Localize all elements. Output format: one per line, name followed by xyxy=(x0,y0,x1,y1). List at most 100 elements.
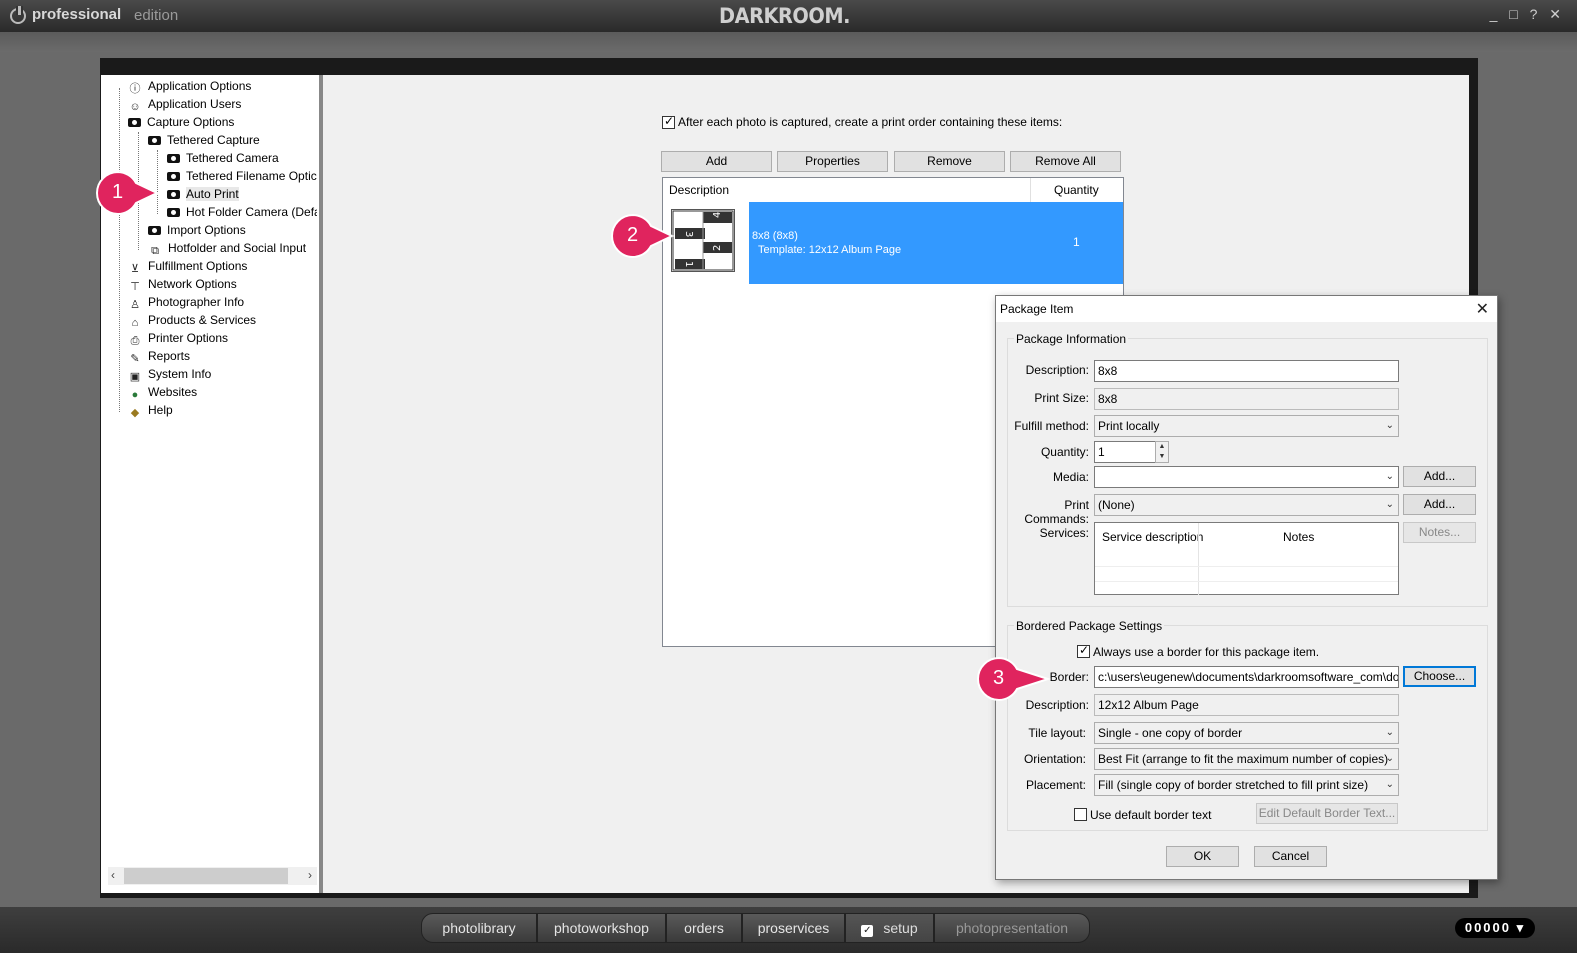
border-description-field: 12x12 Album Page xyxy=(1094,694,1399,716)
description-field[interactable]: 8x8 xyxy=(1094,360,1399,382)
tree-item-tethered-camera[interactable]: Tethered Camera xyxy=(167,151,279,169)
book-icon: ◆ xyxy=(130,407,140,419)
camera-icon xyxy=(167,172,180,181)
chevron-down-icon: ⌄ xyxy=(1385,471,1394,482)
tab-orders[interactable]: orders xyxy=(666,913,742,943)
chevron-down-icon: ⌄ xyxy=(1385,499,1394,510)
scrollbar-thumb[interactable] xyxy=(124,868,288,884)
album-page-thumbnail: 4 3 2 1 xyxy=(671,209,735,272)
auto-print-checkbox[interactable] xyxy=(662,114,675,129)
camera-icon xyxy=(128,118,141,127)
quantity-stepper[interactable]: ▲ ▼ xyxy=(1155,441,1169,463)
tile-layout-label: Tile layout: xyxy=(1028,726,1086,740)
print-commands-add-button[interactable]: Add... xyxy=(1403,494,1476,515)
tree-item-label: Tethered Camera xyxy=(186,151,279,165)
always-border-checkbox[interactable] xyxy=(1077,643,1090,658)
add-button[interactable]: Add xyxy=(661,151,772,172)
callout-2: 2 xyxy=(610,213,675,259)
svg-text:1: 1 xyxy=(683,261,694,267)
tree-item-printer-options[interactable]: ⎙ Printer Options xyxy=(128,331,228,349)
antenna-icon: ⊤ xyxy=(130,281,140,293)
tree-item-tethered-filename-options[interactable]: Tethered Filename Optic xyxy=(167,169,317,187)
select-value: Single - one copy of border xyxy=(1098,726,1243,740)
default-border-text-checkbox[interactable] xyxy=(1074,808,1087,821)
stepper-down-icon[interactable]: ▼ xyxy=(1156,452,1168,462)
svg-text:3: 3 xyxy=(683,231,694,237)
tree-item-reports[interactable]: ✎ Reports xyxy=(128,349,190,367)
tree-item-label: Application Users xyxy=(148,97,242,111)
app-logo: DARKROOM. xyxy=(719,4,850,28)
tree-item-label: Reports xyxy=(148,349,191,363)
scroll-right-icon[interactable]: › xyxy=(308,868,312,882)
tree-item-network-options[interactable]: ⊤ Network Options xyxy=(128,277,237,295)
callout-number: 1 xyxy=(112,181,124,203)
group-label: Package Information xyxy=(1014,332,1129,346)
counter-badge[interactable]: 00000 ▾ xyxy=(1455,918,1535,938)
tree-item-photographer-info[interactable]: ♙ Photographer Info xyxy=(128,295,244,313)
tree-item-application-users[interactable]: ☺ Application Users xyxy=(128,97,241,115)
chevron-down-icon: ⌄ xyxy=(1385,753,1394,764)
tab-photoworkshop[interactable]: photoworkshop xyxy=(537,913,666,943)
row-line xyxy=(1095,566,1398,567)
tree-item-label: Tethered Filename Optic xyxy=(186,169,317,183)
border-path-field[interactable]: c:\users\eugenew\documents\darkroomsoftw… xyxy=(1094,666,1399,688)
cart-icon: ⊻ xyxy=(130,263,140,275)
stepper-up-icon[interactable]: ▲ xyxy=(1156,442,1168,452)
tab-setup[interactable]: ✓ setup xyxy=(845,913,934,943)
tree-horizontal-scrollbar[interactable]: ‹ › xyxy=(108,867,317,885)
person-icon: ♙ xyxy=(130,299,140,311)
tab-photolibrary[interactable]: photolibrary xyxy=(421,913,537,943)
printer-icon: ⎙ xyxy=(130,335,140,347)
media-add-button[interactable]: Add... xyxy=(1403,466,1476,487)
quantity-field[interactable]: 1 xyxy=(1094,441,1156,463)
ok-button[interactable]: OK xyxy=(1166,846,1239,867)
remove-all-button[interactable]: Remove All xyxy=(1010,151,1121,172)
scroll-left-icon[interactable]: ‹ xyxy=(111,868,115,882)
tree-item-help[interactable]: ◆ Help xyxy=(128,403,173,421)
print-commands-select[interactable]: (None) ⌄ xyxy=(1094,494,1399,516)
remove-button[interactable]: Remove xyxy=(894,151,1005,172)
choose-button[interactable]: Choose... xyxy=(1403,666,1476,687)
camera-icon xyxy=(167,154,180,163)
power-icon[interactable] xyxy=(10,6,26,24)
tree-item-websites[interactable]: ● Websites xyxy=(128,385,197,403)
select-value: Print locally xyxy=(1098,419,1160,433)
placement-select[interactable]: Fill (single copy of border stretched to… xyxy=(1094,774,1399,796)
services-table[interactable]: Service description Notes xyxy=(1094,522,1399,595)
info-icon: ⓘ xyxy=(129,83,141,95)
default-border-text-label: Use default border text xyxy=(1090,808,1212,822)
fulfill-method-select[interactable]: Print locally ⌄ xyxy=(1094,415,1399,437)
tree-item-hotfolder-social[interactable]: ⧉ Hotfolder and Social Input xyxy=(148,241,306,259)
close-icon[interactable]: ✕ xyxy=(1476,299,1489,319)
list-item[interactable]: 8x8 (8x8) Template: 12x12 Album Page 1 xyxy=(749,202,1123,284)
tile-layout-select[interactable]: Single - one copy of border ⌄ xyxy=(1094,722,1399,744)
services-column-notes[interactable]: Notes xyxy=(1283,530,1314,544)
column-divider xyxy=(1198,523,1199,595)
tree-item-application-options[interactable]: ⓘ Application Options xyxy=(128,79,252,97)
camera-icon xyxy=(148,136,161,145)
tree-item-capture-options[interactable]: Capture Options xyxy=(128,115,234,133)
notes-button[interactable]: Notes... xyxy=(1403,522,1476,543)
tree-item-hot-folder-camera[interactable]: Hot Folder Camera (Defa xyxy=(167,205,317,223)
tree-item-label: Products & Services xyxy=(148,313,257,327)
tab-photopresentation[interactable]: photopresentation xyxy=(934,913,1090,943)
orientation-select[interactable]: Best Fit (arrange to fit the maximum num… xyxy=(1094,748,1399,770)
column-header-description[interactable]: Description xyxy=(669,178,729,202)
edit-default-border-text-button[interactable]: Edit Default Border Text... xyxy=(1256,803,1398,824)
callout-number: 2 xyxy=(627,224,639,246)
tree-item-products-services[interactable]: ⌂ Products & Services xyxy=(128,313,256,331)
brand-professional: professional xyxy=(32,6,122,23)
tree-item-fulfillment-options[interactable]: ⊻ Fulfillment Options xyxy=(128,259,247,277)
tree-item-system-info[interactable]: ▣ System Info xyxy=(128,367,212,385)
building-icon: ⌂ xyxy=(131,317,139,329)
tree-item-tethered-capture[interactable]: Tethered Capture xyxy=(148,133,260,151)
properties-button[interactable]: Properties xyxy=(777,151,888,172)
tree-item-import-options[interactable]: Import Options xyxy=(148,223,246,241)
media-select[interactable]: ⌄ xyxy=(1094,466,1399,488)
cancel-button[interactable]: Cancel xyxy=(1254,846,1327,867)
tree-item-auto-print[interactable]: Auto Print xyxy=(167,187,239,205)
services-column-description[interactable]: Service description xyxy=(1102,530,1203,544)
tab-proservices[interactable]: proservices xyxy=(742,913,845,943)
window-controls[interactable]: _ □ ? ✕ xyxy=(1490,6,1565,23)
column-header-quantity[interactable]: Quantity xyxy=(1054,178,1099,202)
